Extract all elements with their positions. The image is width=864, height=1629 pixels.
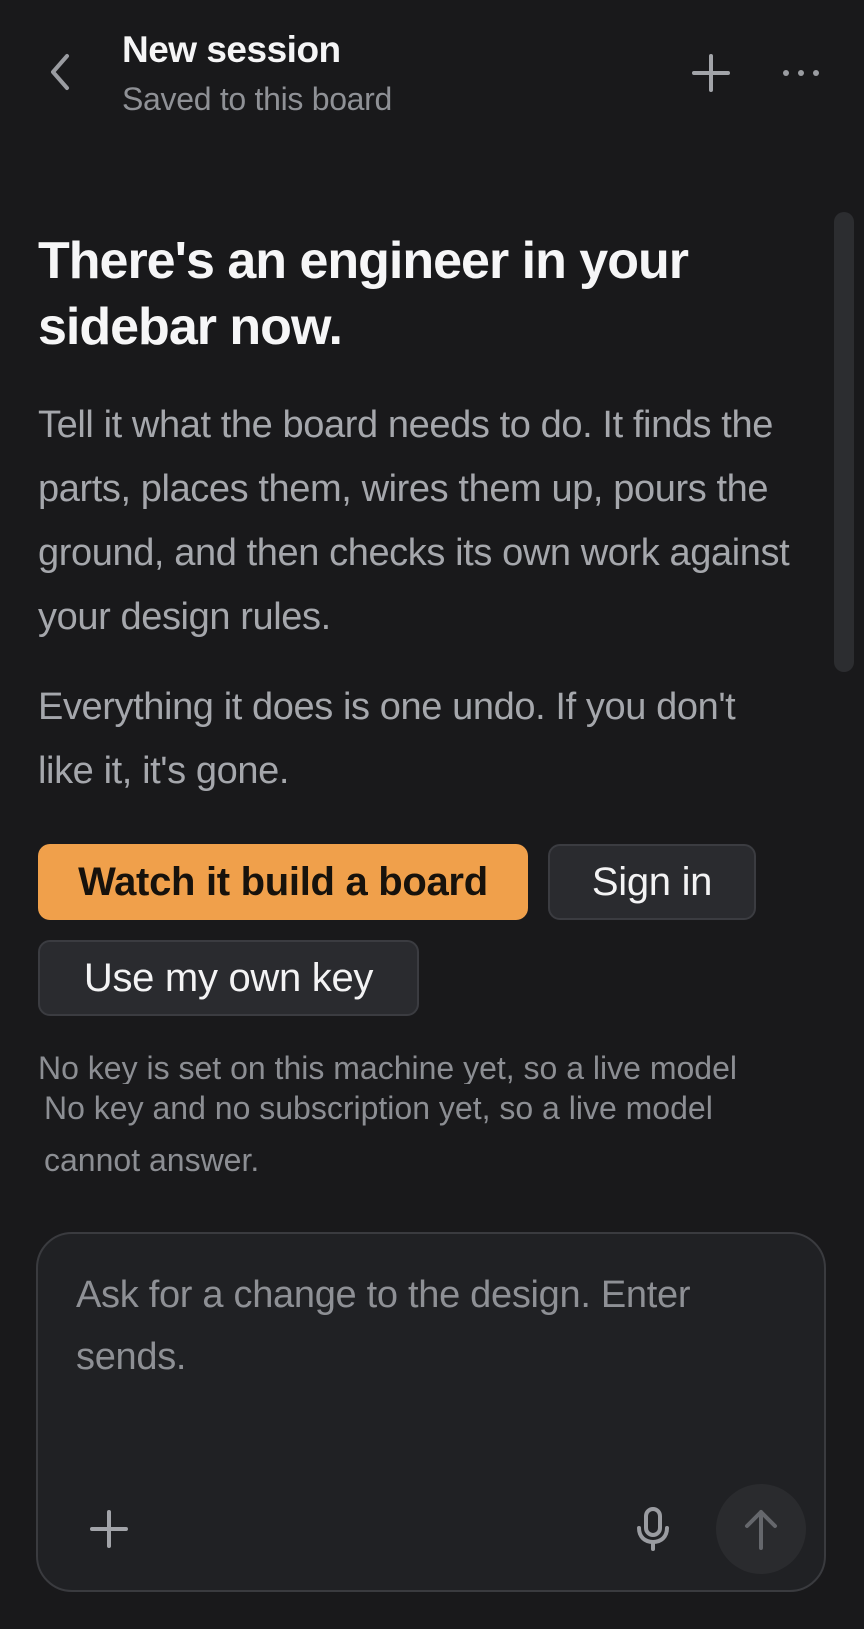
scrollbar[interactable] bbox=[834, 212, 854, 672]
plus-icon bbox=[90, 1510, 128, 1548]
message-input[interactable] bbox=[76, 1264, 776, 1404]
more-horizontal-icon bbox=[783, 70, 819, 76]
clipped-notice: No key is set on this machine yet, so a … bbox=[38, 1050, 737, 1084]
intro-content: There's an engineer in your sidebar now. bbox=[38, 228, 798, 360]
back-button[interactable] bbox=[40, 48, 80, 96]
watch-build-button[interactable]: Watch it build a board bbox=[38, 844, 528, 920]
microphone-icon bbox=[637, 1507, 669, 1551]
chat-sidebar-panel: New session Saved to this board There's … bbox=[0, 0, 864, 1629]
header: New session Saved to this board bbox=[0, 0, 864, 150]
undo-paragraph: Everything it does is one undo. If you d… bbox=[38, 686, 736, 792]
send-button[interactable] bbox=[716, 1484, 806, 1574]
plus-icon bbox=[692, 54, 730, 92]
microphone-button[interactable] bbox=[628, 1502, 678, 1556]
status-notice: No key and no subscription yet, so a liv… bbox=[44, 1090, 713, 1178]
intro-headline: There's an engineer in your sidebar now. bbox=[38, 232, 689, 356]
sign-in-button[interactable]: Sign in bbox=[548, 844, 756, 920]
chevron-left-icon bbox=[51, 54, 69, 90]
composer bbox=[36, 1232, 826, 1592]
session-title: New session bbox=[122, 29, 341, 70]
use-own-key-button[interactable]: Use my own key bbox=[38, 940, 419, 1016]
more-options-button[interactable] bbox=[776, 48, 826, 98]
intro-paragraph: Tell it what the board needs to do. It f… bbox=[38, 404, 790, 638]
new-session-button[interactable] bbox=[686, 48, 736, 98]
arrow-up-icon bbox=[745, 1510, 777, 1550]
session-subtitle: Saved to this board bbox=[122, 81, 393, 117]
session-titles: New session Saved to this board bbox=[122, 28, 392, 118]
attach-button[interactable] bbox=[84, 1504, 134, 1554]
